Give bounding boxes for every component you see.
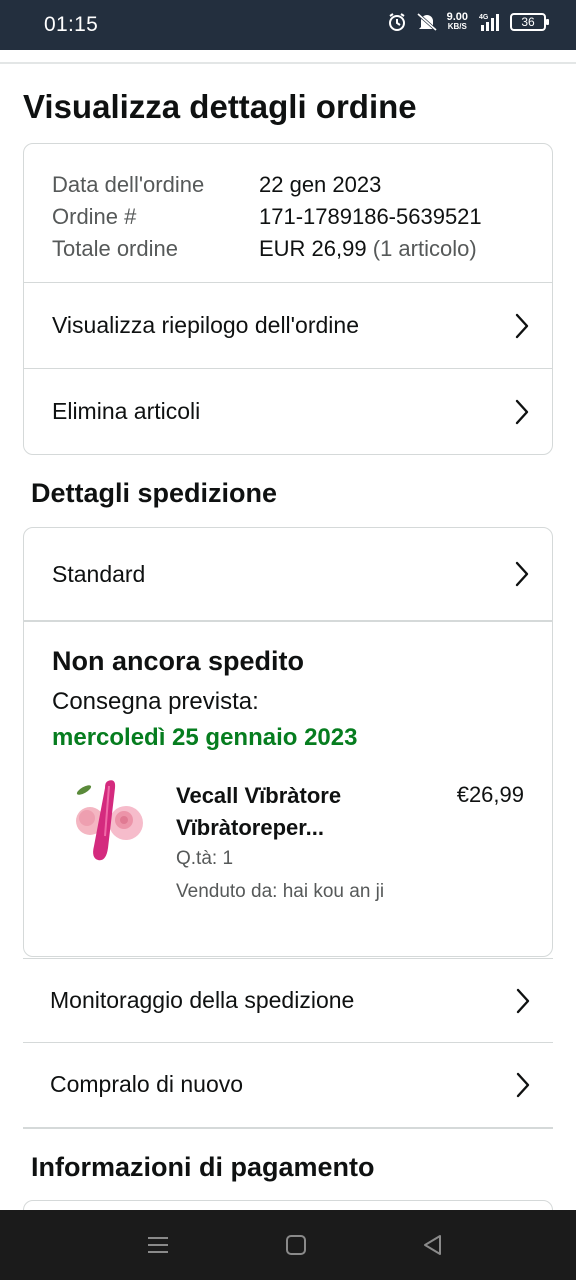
- order-number-row: Ordine # 171-1789186-5639521: [52, 201, 482, 233]
- home-icon[interactable]: [283, 1232, 309, 1258]
- track-shipment-link[interactable]: Monitoraggio della spedizione: [23, 958, 553, 1042]
- shipment-status: Non ancora spedito: [52, 646, 305, 676]
- chevron-right-icon: [515, 399, 529, 424]
- order-date-value: 22 gen 2023: [259, 172, 382, 197]
- order-number-label: Ordine #: [52, 204, 137, 229]
- delivery-label: Consegna prevista:: [52, 688, 259, 715]
- buy-again-label: Compralo di nuovo: [50, 1071, 244, 1097]
- delivery-date: mercoledì 25 gennaio 2023: [52, 724, 358, 751]
- signal-icon: 4G: [477, 12, 501, 32]
- view-order-summary-link[interactable]: Visualizza riepilogo dell'ordine: [24, 282, 552, 368]
- alarm-icon: [387, 12, 407, 32]
- order-total-amount: EUR 26,99: [259, 236, 367, 261]
- divider: [23, 1127, 553, 1129]
- shipping-section-title: Dettagli spedizione: [31, 478, 278, 508]
- chevron-right-icon: [515, 561, 529, 587]
- page-title: Visualizza dettagli ordine: [23, 88, 417, 125]
- chevron-right-icon: [515, 313, 529, 338]
- mute-icon: [416, 12, 438, 32]
- product-image[interactable]: [70, 776, 150, 876]
- header-divider: [0, 62, 576, 64]
- system-nav-bar: [0, 1210, 576, 1280]
- status-bar: 01:15 9.00 KB/S 4G 36: [0, 0, 576, 50]
- net-speed-value: 9.00: [446, 11, 468, 23]
- battery-icon: 36: [510, 13, 549, 31]
- payment-section-title: Informazioni di pagamento: [31, 1152, 375, 1182]
- delete-items-label: Elimina articoli: [52, 398, 201, 424]
- product-qty: Q.tà: 1: [176, 848, 234, 869]
- buy-again-link[interactable]: Compralo di nuovo: [23, 1042, 553, 1126]
- status-time: 01:15: [44, 13, 99, 36]
- net-speed: 9.00 KB/S: [447, 12, 468, 32]
- shipping-method-label: Standard: [52, 560, 146, 587]
- product-price: €26,99: [456, 782, 524, 807]
- chevron-right-icon: [516, 1072, 530, 1097]
- order-date-row: Data dell'ordine 22 gen 2023: [52, 169, 482, 201]
- order-total-items: (1 articolo): [372, 236, 477, 261]
- chevron-right-icon: [516, 988, 530, 1013]
- shipping-method-link[interactable]: Standard: [24, 528, 552, 620]
- order-meta: Data dell'ordine 22 gen 2023 Ordine # 17…: [52, 169, 482, 265]
- product-seller: Venduto da: hai kou an ji: [176, 881, 385, 902]
- product-name-link[interactable]: Vecall Vïbràtore Vïbràtoreper...: [176, 780, 406, 844]
- view-order-summary-label: Visualizza riepilogo dell'ordine: [52, 312, 359, 338]
- net-speed-unit: KB/S: [447, 22, 467, 31]
- status-icons: 9.00 KB/S 4G 36: [387, 12, 549, 32]
- battery-level: 36: [521, 15, 535, 29]
- back-icon[interactable]: [420, 1232, 446, 1258]
- delete-items-link[interactable]: Elimina articoli: [24, 368, 552, 454]
- order-total-label: Totale ordine: [52, 236, 178, 261]
- shipping-card: Standard Non ancora spedito Consegna pre…: [23, 527, 553, 957]
- track-shipment-label: Monitoraggio della spedizione: [50, 987, 355, 1013]
- order-total-row: Totale ordine EUR 26,99 (1 articolo): [52, 233, 482, 265]
- menu-icon[interactable]: [145, 1232, 171, 1258]
- svg-text:4G: 4G: [479, 14, 489, 21]
- order-total-value: EUR 26,99 (1 articolo): [259, 233, 477, 265]
- order-number-value: 171-1789186-5639521: [259, 204, 482, 229]
- order-summary-card: Data dell'ordine 22 gen 2023 Ordine # 17…: [23, 143, 553, 455]
- divider: [24, 620, 552, 622]
- order-date-label: Data dell'ordine: [52, 172, 205, 197]
